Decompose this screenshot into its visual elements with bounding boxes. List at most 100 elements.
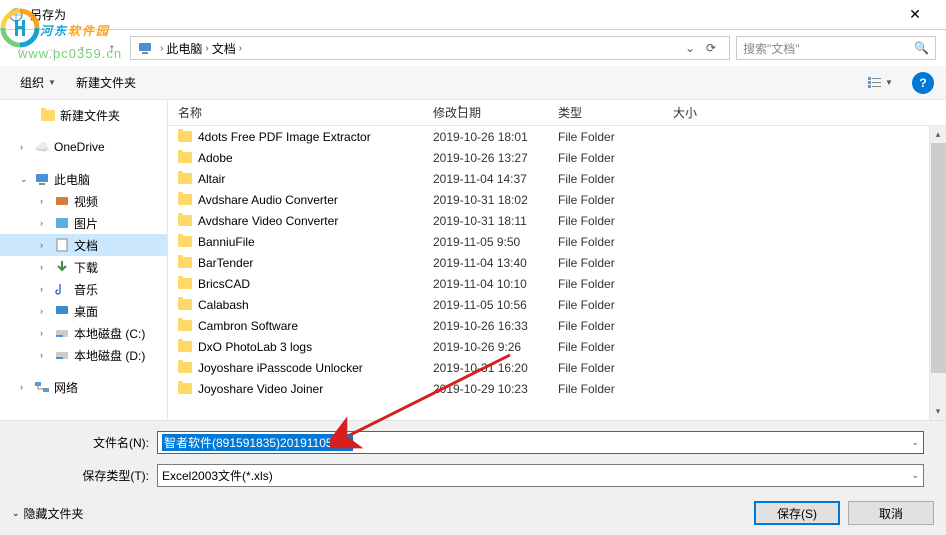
- sidebar-item-this-pc[interactable]: ⌄此电脑: [0, 168, 167, 190]
- breadcrumb[interactable]: › 此电脑 › 文档 › ⌄ ⟳: [130, 36, 730, 60]
- sidebar-item-music[interactable]: ›音乐: [0, 278, 167, 300]
- table-row[interactable]: Joyoshare iPasscode Unlocker2019-10-31 1…: [168, 357, 946, 378]
- file-date: 2019-11-04 13:40: [423, 256, 548, 270]
- table-row[interactable]: BanniuFile 2019-11-05 9:50File Folder: [168, 231, 946, 252]
- column-headers: 名称 修改日期 类型 大小: [168, 100, 946, 126]
- table-row[interactable]: 4dots Free PDF Image Extractor2019-10-26…: [168, 126, 946, 147]
- nav-back-button[interactable]: ←: [10, 36, 34, 60]
- sidebar-item-pictures[interactable]: ›图片: [0, 212, 167, 234]
- filename-label: 文件名(N):: [12, 434, 157, 451]
- file-type: File Folder: [548, 151, 663, 165]
- sidebar-item-disk-c[interactable]: ›本地磁盘 (C:): [0, 322, 167, 344]
- folder-icon: [178, 383, 192, 394]
- scroll-up-icon[interactable]: ▴: [930, 126, 946, 143]
- folder-icon: [178, 257, 192, 268]
- toolbar: 组织 ▼ 新建文件夹 ▼ ?: [0, 66, 946, 100]
- chevron-down-icon: ▼: [885, 78, 893, 87]
- file-type: File Folder: [548, 193, 663, 207]
- sidebar-item-onedrive[interactable]: ›☁️OneDrive: [0, 136, 167, 158]
- scrollbar-vertical[interactable]: ▴ ▾: [929, 126, 946, 420]
- filetype-select[interactable]: Excel2003文件(*.xls) ⌄: [157, 464, 924, 487]
- crumb-root[interactable]: 此电脑: [166, 40, 202, 57]
- help-button[interactable]: ?: [912, 72, 934, 94]
- chevron-down-icon: ▼: [48, 78, 56, 87]
- cancel-button[interactable]: 取消: [848, 501, 934, 525]
- folder-icon: [178, 236, 192, 247]
- tree-collapse-icon[interactable]: ⌄: [20, 174, 30, 185]
- chevron-down-icon[interactable]: ⌄: [911, 470, 919, 481]
- view-list-icon: [867, 76, 883, 90]
- folder-icon: [41, 110, 55, 121]
- nav-recent-button[interactable]: ▾: [70, 36, 94, 60]
- refresh-icon[interactable]: ⟳: [699, 41, 723, 55]
- organize-button[interactable]: 组织 ▼: [12, 70, 64, 95]
- folder-icon: [178, 278, 192, 289]
- folder-icon: [178, 215, 192, 226]
- computer-icon: [34, 171, 50, 187]
- crumb-folder[interactable]: 文档: [212, 40, 236, 57]
- table-row[interactable]: BricsCAD2019-11-04 10:10File Folder: [168, 273, 946, 294]
- header-date[interactable]: 修改日期: [423, 104, 548, 121]
- video-icon: [54, 193, 70, 209]
- file-rows: 4dots Free PDF Image Extractor 2019-10-26…: [168, 126, 946, 420]
- table-row[interactable]: BarTender2019-11-04 13:40File Folder: [168, 252, 946, 273]
- sidebar-item-new-folder[interactable]: 新建文件夹: [0, 104, 167, 126]
- file-name: BanniuFile: [198, 235, 255, 249]
- file-name: Cambron Software: [198, 319, 298, 333]
- close-button[interactable]: ✕: [892, 0, 938, 30]
- main-panel: 新建文件夹 ›☁️OneDrive ⌄此电脑 ›视频 ›图片 ›文档 ›下载 ›…: [0, 100, 946, 420]
- header-name[interactable]: 名称: [168, 104, 423, 121]
- file-date: 2019-11-05 9:50: [423, 235, 548, 249]
- navbar: ← → ▾ ↑ › 此电脑 › 文档 › ⌄ ⟳ 搜索"文档" 🔍: [0, 30, 946, 66]
- header-size[interactable]: 大小: [663, 104, 743, 121]
- sidebar-item-videos[interactable]: ›视频: [0, 190, 167, 212]
- sidebar-item-disk-d[interactable]: ›本地磁盘 (D:): [0, 344, 167, 366]
- file-type: File Folder: [548, 382, 663, 396]
- scroll-thumb[interactable]: [931, 143, 946, 373]
- sidebar-item-downloads[interactable]: ›下载: [0, 256, 167, 278]
- file-name: Calabash: [198, 298, 249, 312]
- download-icon: [54, 259, 70, 275]
- computer-icon: [137, 40, 153, 56]
- sidebar-item-documents[interactable]: ›文档: [0, 234, 167, 256]
- file-type: File Folder: [548, 235, 663, 249]
- table-row[interactable]: Adobe2019-10-26 13:27File Folder: [168, 147, 946, 168]
- hide-folders-button[interactable]: ⌄ 隐藏文件夹: [12, 505, 84, 522]
- file-date: 2019-10-31 18:11: [423, 214, 548, 228]
- filename-value: 智者软件(891591835)20191105.xls: [162, 434, 353, 451]
- table-row[interactable]: Altair2019-11-04 14:37File Folder: [168, 168, 946, 189]
- table-row[interactable]: Calabash2019-11-05 10:56File Folder: [168, 294, 946, 315]
- file-date: 2019-10-26 16:33: [423, 319, 548, 333]
- chevron-down-icon[interactable]: ⌄: [685, 41, 695, 55]
- header-type[interactable]: 类型: [548, 104, 663, 121]
- chevron-right-icon: ›: [205, 43, 208, 54]
- save-button[interactable]: 保存(S): [754, 501, 840, 525]
- new-folder-button[interactable]: 新建文件夹: [68, 70, 144, 95]
- file-type: File Folder: [548, 340, 663, 354]
- nav-forward-button[interactable]: →: [40, 36, 64, 60]
- table-row[interactable]: DxO PhotoLab 3 logs2019-10-26 9:26File F…: [168, 336, 946, 357]
- nav-up-button[interactable]: ↑: [100, 36, 124, 60]
- sidebar-item-desktop[interactable]: ›桌面: [0, 300, 167, 322]
- desktop-icon: [54, 303, 70, 319]
- file-type: File Folder: [548, 277, 663, 291]
- view-options-button[interactable]: ▼: [860, 71, 900, 95]
- file-name: 4dots Free PDF Image Extractor: [198, 130, 371, 144]
- tree-expand-icon[interactable]: ›: [20, 142, 30, 152]
- sidebar: 新建文件夹 ›☁️OneDrive ⌄此电脑 ›视频 ›图片 ›文档 ›下载 ›…: [0, 100, 168, 420]
- chevron-down-icon[interactable]: ⌄: [911, 437, 919, 448]
- table-row[interactable]: Avdshare Video Converter 2019-10-31 18:11…: [168, 210, 946, 231]
- file-name: Avdshare Video Converter: [198, 214, 338, 228]
- filename-input[interactable]: 智者软件(891591835)20191105.xls ⌄: [157, 431, 924, 454]
- file-name: Avdshare Audio Converter: [198, 193, 338, 207]
- documents-icon: [54, 237, 70, 253]
- table-row[interactable]: Joyoshare Video Joiner2019-10-29 10:23Fi…: [168, 378, 946, 399]
- scroll-down-icon[interactable]: ▾: [930, 403, 946, 420]
- table-row[interactable]: Cambron Software2019-10-26 16:33File Fol…: [168, 315, 946, 336]
- sidebar-item-network[interactable]: ›网络: [0, 376, 167, 398]
- file-name: BricsCAD: [198, 277, 250, 291]
- file-date: 2019-11-04 14:37: [423, 172, 548, 186]
- table-row[interactable]: Avdshare Audio Converter2019-10-31 18:02…: [168, 189, 946, 210]
- search-input[interactable]: 搜索"文档" 🔍: [736, 36, 936, 60]
- chevron-right-icon: ›: [160, 43, 163, 54]
